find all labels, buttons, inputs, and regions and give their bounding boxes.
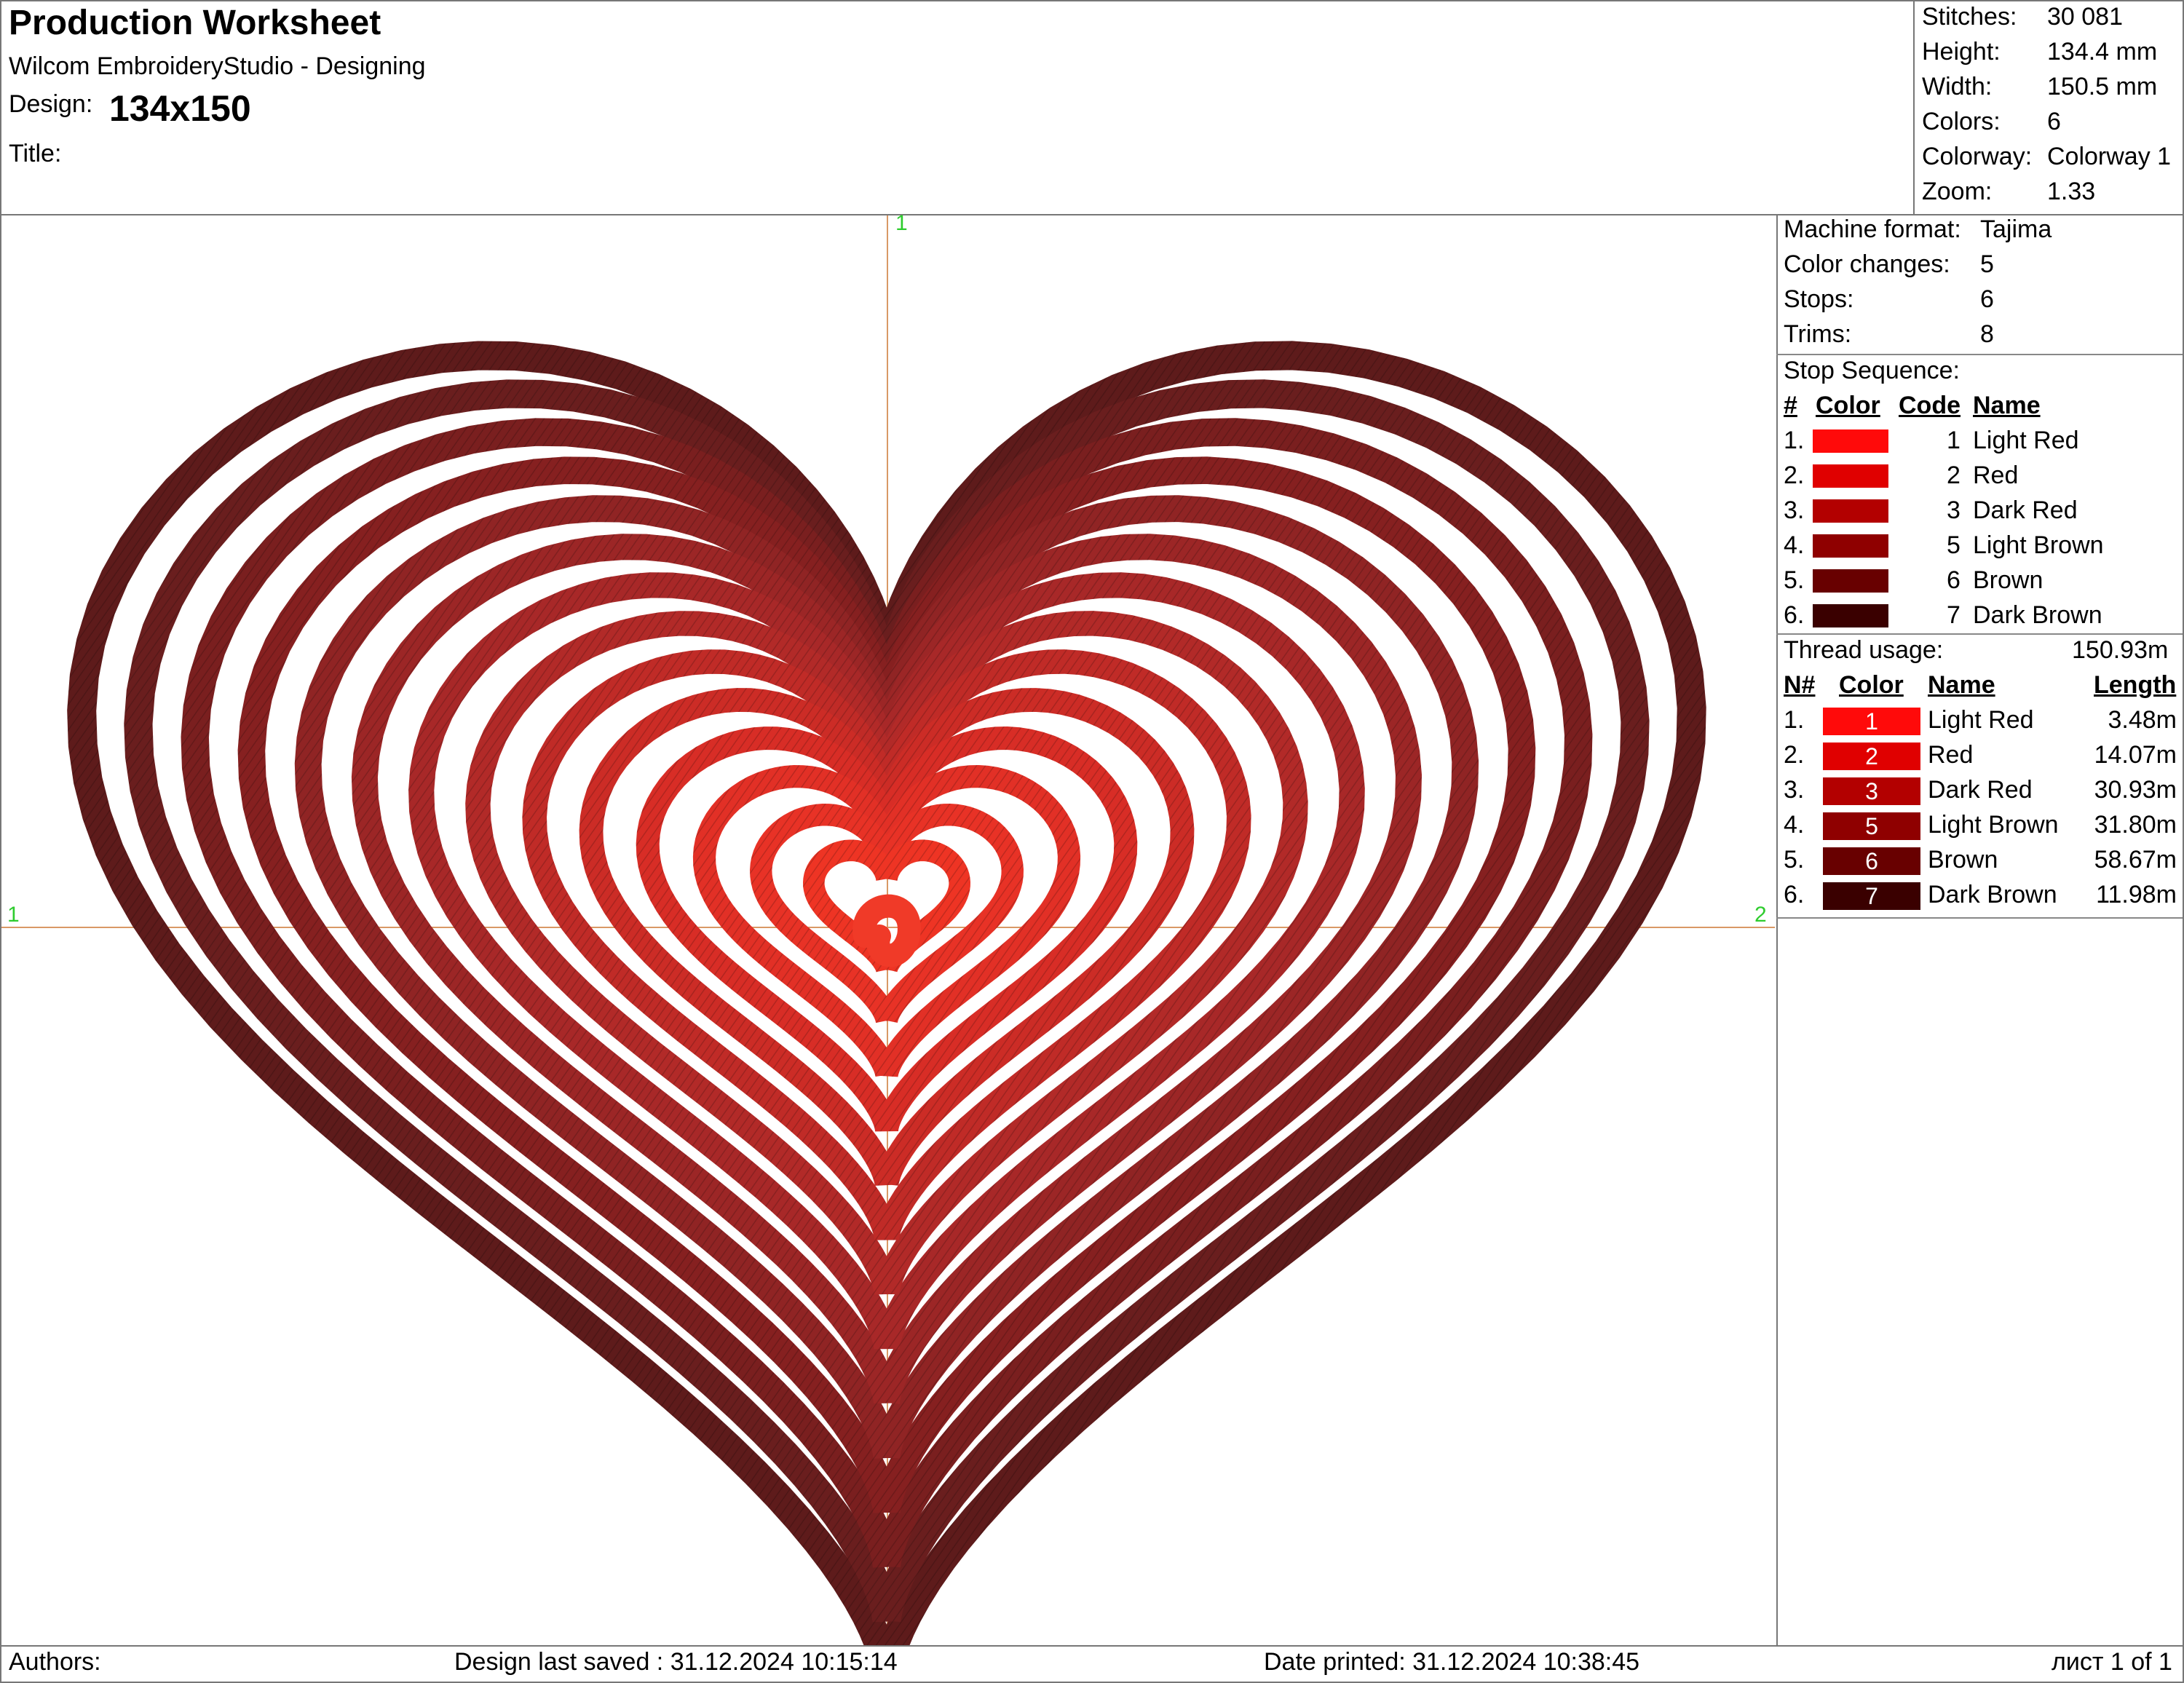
thread-row-name: Brown bbox=[1928, 846, 1998, 874]
stat-width-value: 150.5 mm bbox=[2047, 73, 2158, 100]
thread-row-length: 31.80m bbox=[2094, 811, 2177, 839]
color-swatch bbox=[1813, 604, 1888, 627]
thread-row-length: 11.98m bbox=[2096, 881, 2177, 908]
divider bbox=[1776, 354, 2183, 355]
stat-width-label: Width: bbox=[1922, 73, 1993, 100]
date-printed: Date printed: 31.12.2024 10:38:45 bbox=[1264, 1648, 1640, 1676]
design-value: 134x150 bbox=[109, 88, 251, 129]
embroidery-heart-design bbox=[67, 341, 1706, 1645]
stop-row-name: Light Brown bbox=[1973, 531, 2104, 559]
divider bbox=[1776, 633, 2183, 635]
stop-row-name: Red bbox=[1973, 462, 2019, 489]
stop-row-number: 6. bbox=[1784, 601, 1805, 629]
stat-zoom-label: Zoom: bbox=[1922, 178, 1993, 205]
thread-row-name: Light Brown bbox=[1928, 811, 2059, 839]
stop-row-code: 3 bbox=[1947, 496, 1961, 524]
page-title: Production Worksheet bbox=[9, 4, 381, 42]
thread-usage-heading: Thread usage: bbox=[1784, 636, 1944, 664]
thread-row-name: Red bbox=[1928, 741, 1974, 769]
column-header: Color bbox=[1816, 392, 1880, 419]
thread-row-number: 2. bbox=[1784, 741, 1805, 769]
page-number: лист 1 of 1 bbox=[2052, 1648, 2172, 1676]
stop-row-name: Dark Brown bbox=[1973, 601, 2102, 629]
column-header: # bbox=[1784, 392, 1797, 419]
title-label: Title: bbox=[9, 140, 62, 167]
thread-color-bar: 2 bbox=[1823, 742, 1920, 770]
stop-row-number: 5. bbox=[1784, 566, 1805, 594]
stat-colors-label: Colors: bbox=[1922, 108, 2001, 135]
thread-row-number: 1. bbox=[1784, 706, 1805, 734]
color-swatch bbox=[1813, 499, 1888, 523]
stat-stitches-label: Stitches: bbox=[1922, 3, 2017, 31]
trims-label: Trims: bbox=[1784, 320, 1852, 348]
thread-color-bar: 3 bbox=[1823, 777, 1920, 805]
stat-height-value: 134.4 mm bbox=[2047, 38, 2158, 66]
column-header: Length bbox=[2094, 671, 2177, 699]
stop-row-code: 7 bbox=[1947, 601, 1961, 629]
column-header: Code bbox=[1899, 392, 1961, 419]
color-changes-value: 5 bbox=[1980, 250, 1994, 278]
color-swatch bbox=[1813, 429, 1888, 453]
stop-row-code: 1 bbox=[1947, 427, 1961, 454]
stop-row-code: 2 bbox=[1947, 462, 1961, 489]
machine-format-value: Tajima bbox=[1980, 215, 2052, 243]
stat-colors-value: 6 bbox=[2047, 108, 2061, 135]
trims-value: 8 bbox=[1980, 320, 1994, 348]
heart-center-swirl bbox=[852, 894, 921, 967]
stop-row-code: 5 bbox=[1947, 531, 1961, 559]
stop-row-name: Brown bbox=[1973, 566, 2043, 594]
thread-color-bar: 1 bbox=[1823, 708, 1920, 735]
stat-colorway-label: Colorway: bbox=[1922, 143, 2033, 170]
stops-label: Stops: bbox=[1784, 285, 1854, 313]
last-saved: Design last saved : 31.12.2024 10:15:14 bbox=[454, 1648, 898, 1676]
authors-label: Authors: bbox=[9, 1648, 101, 1676]
divider bbox=[1776, 917, 2183, 919]
thread-row-number: 4. bbox=[1784, 811, 1805, 839]
column-header: Color bbox=[1839, 671, 1904, 699]
machine-format-label: Machine format: bbox=[1784, 215, 1961, 243]
stat-zoom-value: 1.33 bbox=[2047, 178, 2096, 205]
stop-row-number: 3. bbox=[1784, 496, 1805, 524]
design-label: Design: bbox=[9, 90, 93, 118]
thread-row-length: 30.93m bbox=[2094, 776, 2177, 804]
thread-row-name: Light Red bbox=[1928, 706, 2034, 734]
thread-row-length: 3.48m bbox=[2108, 706, 2177, 734]
stops-value: 6 bbox=[1980, 285, 1994, 313]
color-swatch bbox=[1813, 534, 1888, 558]
stop-row-number: 4. bbox=[1784, 531, 1805, 559]
thread-row-length: 14.07m bbox=[2094, 741, 2177, 769]
stop-row-number: 2. bbox=[1784, 462, 1805, 489]
thread-row-name: Dark Brown bbox=[1928, 881, 2057, 908]
color-swatch bbox=[1813, 464, 1888, 488]
stop-row-name: Dark Red bbox=[1973, 496, 2078, 524]
thread-row-number: 5. bbox=[1784, 846, 1805, 874]
column-header: N# bbox=[1784, 671, 1816, 699]
stop-row-number: 1. bbox=[1784, 427, 1805, 454]
color-changes-label: Color changes: bbox=[1784, 250, 1950, 278]
column-header: Name bbox=[1928, 671, 1995, 699]
stat-stitches-value: 30 081 bbox=[2047, 3, 2123, 31]
stop-row-name: Light Red bbox=[1973, 427, 2079, 454]
thread-color-bar: 5 bbox=[1823, 812, 1920, 840]
thread-color-bar: 6 bbox=[1823, 847, 1920, 875]
thread-row-length: 58.67m bbox=[2094, 846, 2177, 874]
stop-row-code: 6 bbox=[1947, 566, 1961, 594]
thread-color-bar: 7 bbox=[1823, 882, 1920, 910]
thread-row-name: Dark Red bbox=[1928, 776, 2033, 804]
color-swatch bbox=[1813, 569, 1888, 593]
thread-usage-total: 150.93m bbox=[2072, 636, 2169, 664]
footer-frame bbox=[0, 1645, 2184, 1683]
stat-colorway-value: Colorway 1 bbox=[2047, 143, 2172, 170]
stat-height-label: Height: bbox=[1922, 38, 2001, 66]
column-header: Name bbox=[1973, 392, 2041, 419]
stop-sequence-heading: Stop Sequence: bbox=[1784, 357, 1960, 384]
app-name: Wilcom EmbroideryStudio - Designing bbox=[9, 52, 426, 80]
thread-row-number: 3. bbox=[1784, 776, 1805, 804]
thread-row-number: 6. bbox=[1784, 881, 1805, 908]
